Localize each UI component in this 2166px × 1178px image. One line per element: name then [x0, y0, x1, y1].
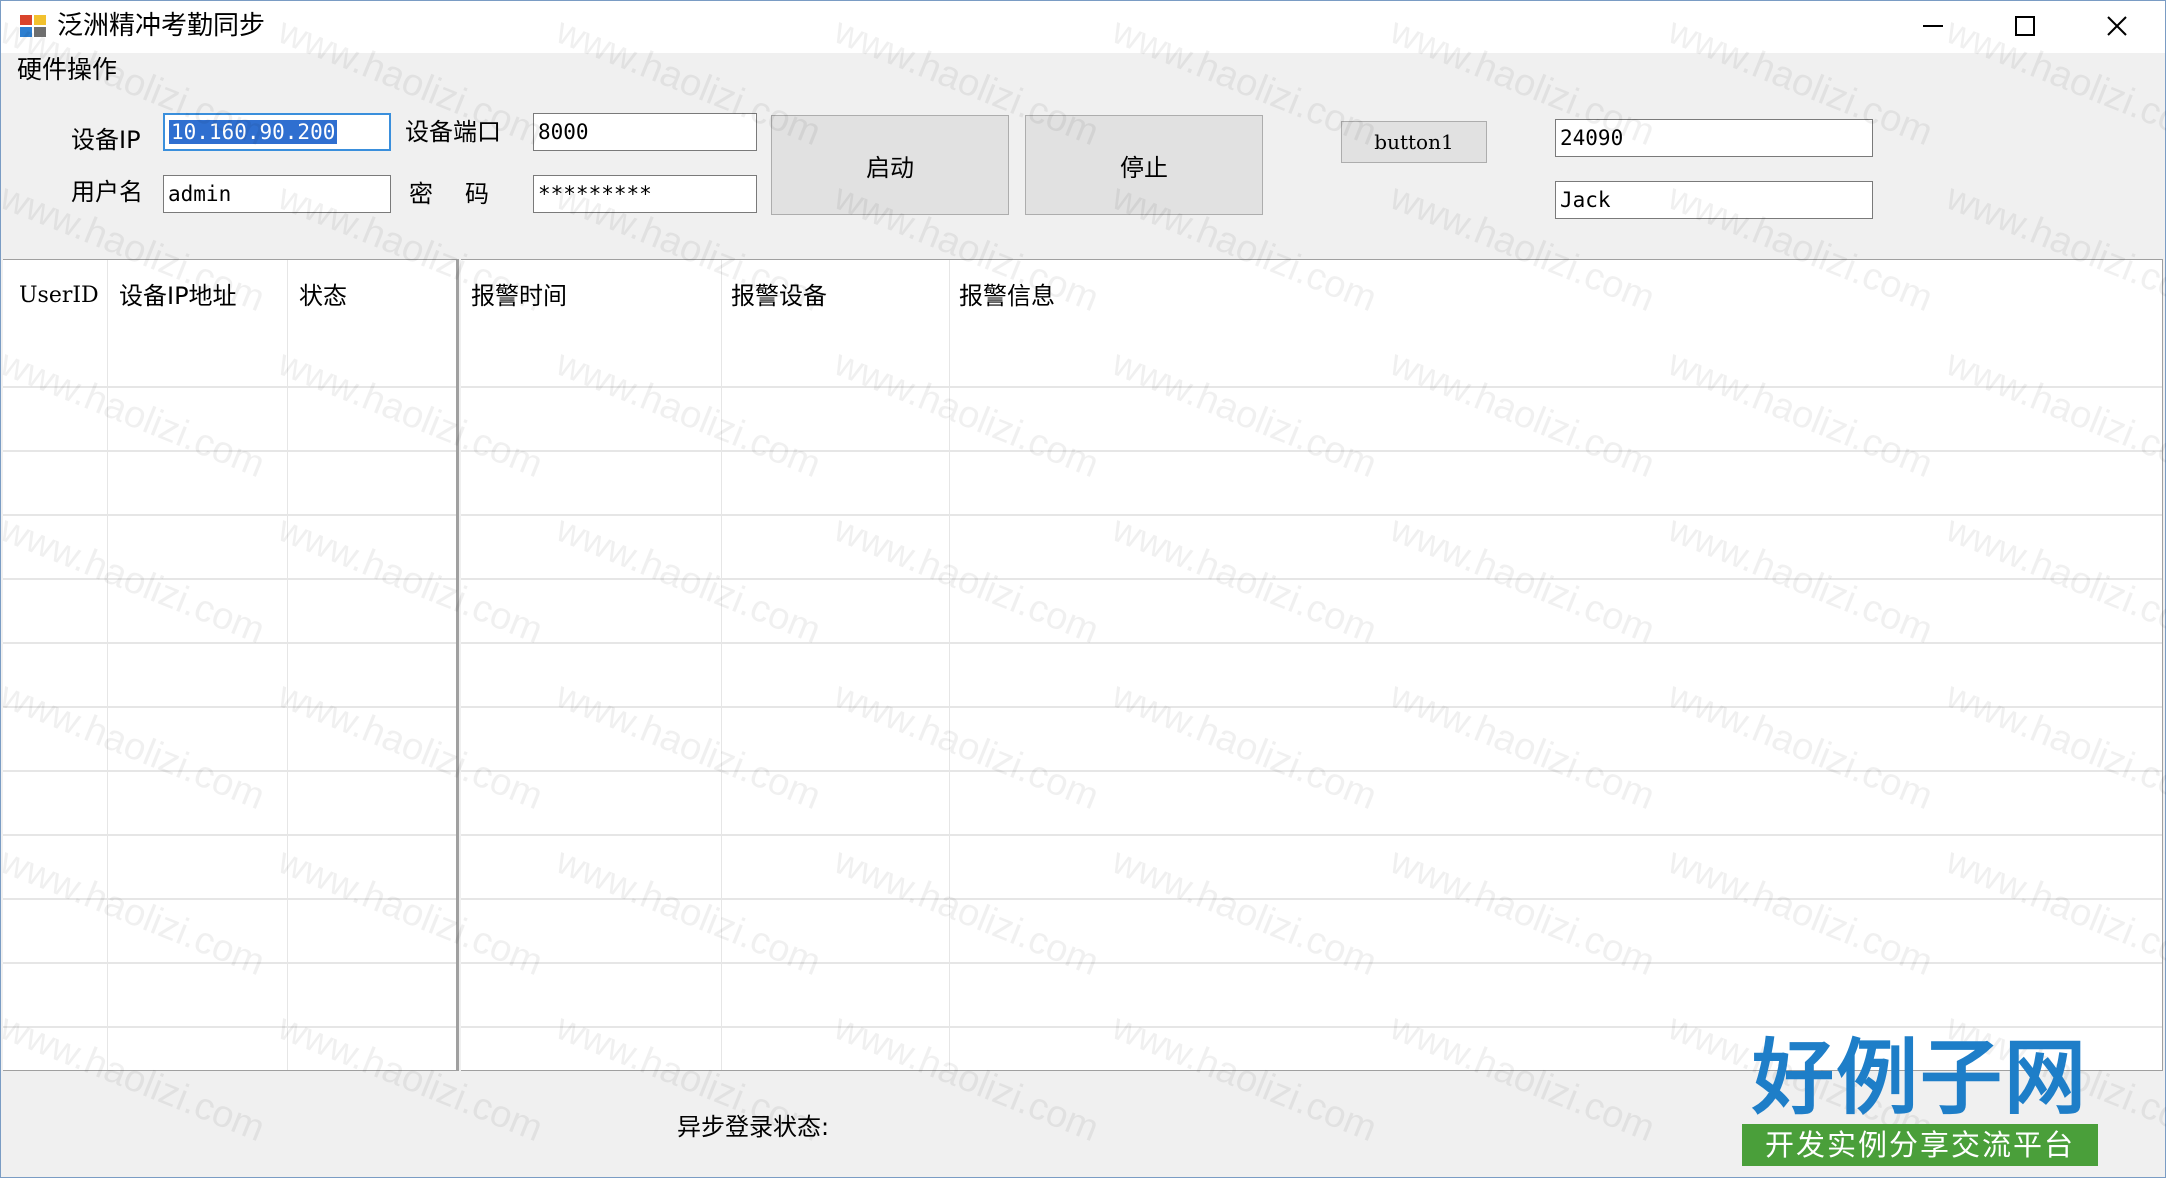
device-list-header: UserID 设备IP地址 状态 [3, 260, 456, 332]
site-logo: 好例子网 开发实例分享交流平台 [1742, 1030, 2098, 1166]
app-window: 泛洲精冲考勤同步 硬件操作 设备IP 10.160.90.200 设备端口 80… [0, 0, 2166, 1178]
username-label: 用户名 [71, 178, 143, 206]
device-ip-value: 10.160.90.200 [169, 120, 338, 144]
password-input[interactable]: ********* [533, 175, 757, 213]
field1-input[interactable]: 24090 [1555, 119, 1873, 157]
device-ip-label: 设备IP [71, 126, 141, 154]
column-header-alarm-time[interactable]: 报警时间 [461, 260, 567, 332]
device-list-table[interactable]: UserID 设备IP地址 状态 [3, 259, 459, 1071]
title-bar[interactable]: 泛洲精冲考勤同步 [1, 1, 2165, 53]
stop-button[interactable]: 停止 [1025, 115, 1263, 215]
alarm-list-table[interactable]: 报警时间 报警设备 报警信息 [461, 259, 2163, 1071]
maximize-icon [2015, 16, 2035, 36]
password-label: 密 码 [409, 180, 493, 208]
menu-hardware-operations[interactable]: 硬件操作 [17, 53, 117, 87]
column-divider [287, 260, 288, 1070]
logo-subtitle: 开发实例分享交流平台 [1742, 1124, 2098, 1166]
logo-title: 好例子网 [1751, 1030, 2088, 1126]
start-button[interactable]: 启动 [771, 115, 1009, 215]
close-button[interactable] [2071, 1, 2163, 51]
device-ip-input[interactable]: 10.160.90.200 [163, 113, 391, 151]
window-title: 泛洲精冲考勤同步 [57, 11, 266, 41]
alarm-list-header: 报警时间 报警设备 报警信息 [461, 260, 2162, 332]
column-divider [949, 260, 950, 1070]
username-input[interactable]: admin [163, 175, 391, 213]
close-icon [2107, 16, 2127, 36]
field2-input[interactable]: Jack [1555, 181, 1873, 219]
column-header-status[interactable]: 状态 [289, 260, 347, 332]
minimize-icon [1923, 25, 1943, 27]
column-header-device-ip[interactable]: 设备IP地址 [109, 260, 237, 332]
column-header-userid[interactable]: UserID [9, 260, 99, 332]
column-divider [721, 260, 722, 1070]
app-icon [20, 15, 46, 37]
column-divider [107, 260, 108, 1070]
device-port-input[interactable]: 8000 [533, 113, 757, 151]
device-port-label: 设备端口 [405, 118, 501, 146]
minimize-button[interactable] [1887, 1, 1979, 51]
menu-bar: 硬件操作 [1, 53, 2165, 87]
button1[interactable]: button1 [1341, 121, 1487, 163]
column-header-alarm-info[interactable]: 报警信息 [949, 260, 1055, 332]
maximize-button[interactable] [1979, 1, 2071, 51]
column-header-alarm-device[interactable]: 报警设备 [721, 260, 827, 332]
async-login-status-label: 异步登录状态: [677, 1113, 830, 1141]
